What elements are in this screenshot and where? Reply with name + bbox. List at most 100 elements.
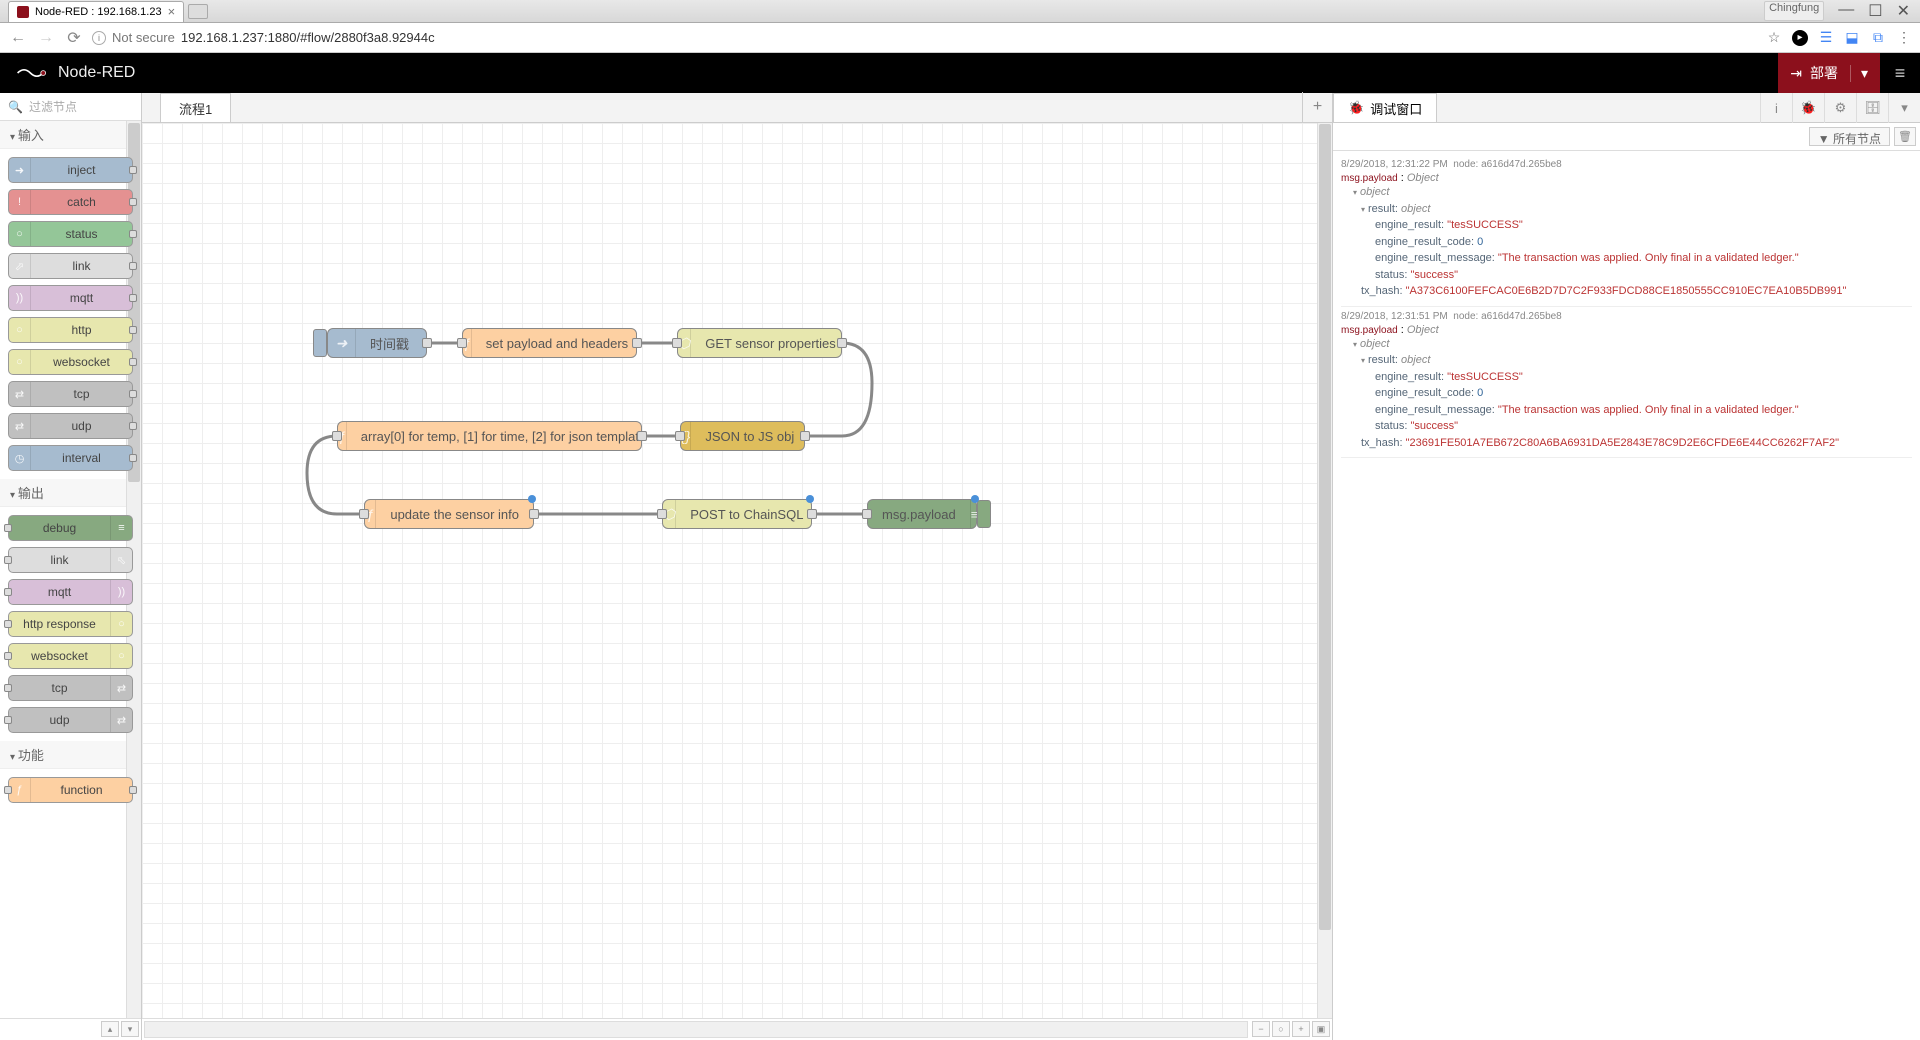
reload-button[interactable]: ⟳ [64,28,84,48]
inject-button[interactable] [313,329,327,357]
chevron-down-icon[interactable]: ▾ [1850,65,1868,82]
search-placeholder: 过滤节点 [29,98,77,115]
minimize-icon[interactable]: — [1838,1,1854,21]
debug-message[interactable]: 8/29/2018, 12:31:51 PM node: a616d47d.26… [1341,311,1912,459]
palette-node-http-response[interactable]: http response○ [8,611,133,637]
debug-object[interactable]: object [1341,184,1912,201]
debug-tab[interactable]: 🐞 调试窗口 [1333,93,1437,122]
browser-tab[interactable]: Node-RED : 192.168.1.23 × [8,1,184,22]
hamburger-menu[interactable]: ≡ [1880,53,1920,93]
url-bar[interactable]: i Not secure 192.168.1.237:1880/#flow/28… [92,30,1758,45]
palette-node-inject[interactable]: ➜inject [8,157,133,183]
info-tab-icon[interactable]: i [1760,93,1792,123]
debug-result[interactable]: result: object [1341,201,1912,218]
flow-node-n5[interactable]: {}JSON to JS obj [680,421,805,451]
debug-object[interactable]: object [1341,336,1912,353]
palette-node-websocket[interactable]: websocket○ [8,643,133,669]
palette-node-interval[interactable]: ◷interval [8,445,133,471]
add-tab-button[interactable]: + [1302,92,1332,122]
palette-node-http[interactable]: ○http [8,317,133,343]
palette-node-link[interactable]: ⬀link [8,253,133,279]
flow-tab[interactable]: 流程1 [160,93,231,122]
context-tab-icon[interactable]: 🗄 [1856,93,1888,123]
close-icon[interactable]: × [168,4,176,19]
debug-messages: 8/29/2018, 12:31:22 PM node: a616d47d.26… [1333,151,1920,1040]
translate-icon[interactable]: ☰ [1818,30,1834,46]
canvas-scrollbar[interactable] [1317,123,1332,1018]
flow-node-n7[interactable]: ⬡POST to ChainSQL [662,499,812,529]
output-port[interactable] [807,509,817,519]
deploy-label: 部署 [1810,63,1838,83]
horizontal-scrollbar[interactable] [144,1021,1248,1038]
palette-node-websocket[interactable]: ○websocket [8,349,133,375]
output-port[interactable] [529,509,539,519]
collapse-up-button[interactable]: ▴ [101,1021,119,1037]
palette-category[interactable]: 输入 [0,121,141,149]
dropdown-icon[interactable]: ▾ [1888,93,1920,123]
info-icon[interactable]: i [92,31,106,45]
output-port[interactable] [422,338,432,348]
close-window-icon[interactable]: ✕ [1897,1,1910,21]
palette-node-udp[interactable]: ⇄udp [8,413,133,439]
palette-node-debug[interactable]: debug≡ [8,515,133,541]
user-badge[interactable]: Chingfung [1764,1,1824,21]
flow-node-n8[interactable]: msg.payload≡ [867,499,977,529]
input-port[interactable] [675,431,685,441]
output-port[interactable] [637,431,647,441]
input-port[interactable] [359,509,369,519]
clear-button[interactable]: 🗑 [1894,127,1916,146]
debug-toggle-button[interactable] [977,500,991,528]
flow-node-n3[interactable]: ⬡GET sensor properties [677,328,842,358]
maximize-icon[interactable]: ☐ [1868,1,1882,21]
zoom-in-button[interactable]: + [1292,1021,1310,1037]
menu-icon[interactable]: ⋮ [1896,30,1912,46]
filter-button[interactable]: ▼ 所有节点 [1809,127,1890,146]
collapse-down-button[interactable]: ▾ [121,1021,139,1037]
zoom-fit-button[interactable]: ▣ [1312,1021,1330,1037]
flow-canvas[interactable]: ➜时间戳 ƒset payload and headers ⬡GET sensor … [142,123,1332,1018]
output-port[interactable] [837,338,847,348]
flow-node-n1[interactable]: ➜时间戳 [327,328,427,358]
palette-node-tcp[interactable]: ⇄tcp [8,381,133,407]
palette-node-udp[interactable]: udp⇄ [8,707,133,733]
node-icon: )) [9,286,31,310]
debug-message[interactable]: 8/29/2018, 12:31:22 PM node: a616d47d.26… [1341,159,1912,307]
input-port[interactable] [672,338,682,348]
flow-node-n2[interactable]: ƒset payload and headers [462,328,637,358]
new-tab-button[interactable] [188,4,208,19]
palette-node-catch[interactable]: !catch [8,189,133,215]
back-button[interactable]: ← [8,29,28,47]
status-dot [806,495,814,503]
logo-icon [16,63,48,83]
output-port[interactable] [800,431,810,441]
palette-node-tcp[interactable]: tcp⇄ [8,675,133,701]
flow-node-n6[interactable]: ƒupdate the sensor info [364,499,534,529]
ext-icon-3[interactable]: ⬓ [1844,30,1860,46]
palette-node-link[interactable]: link⬁ [8,547,133,573]
output-port[interactable] [632,338,642,348]
input-port[interactable] [862,509,872,519]
palette-node-function[interactable]: ƒfunction [8,777,133,803]
debug-tab-icon[interactable]: 🐞 [1792,93,1824,123]
palette-search[interactable]: 🔍 过滤节点 [0,93,141,121]
zoom-reset-button[interactable]: ○ [1272,1021,1290,1037]
workspace-footer: − ○ + ▣ [142,1018,1332,1040]
palette-category[interactable]: 功能 [0,741,141,769]
star-icon[interactable]: ☆ [1766,30,1782,46]
ext-icon-1[interactable]: ▸ [1792,30,1808,46]
palette-category[interactable]: 输出 [0,479,141,507]
input-port[interactable] [332,431,342,441]
debug-result[interactable]: result: object [1341,352,1912,369]
input-port[interactable] [457,338,467,348]
palette-node-status[interactable]: ○status [8,221,133,247]
palette-node-mqtt[interactable]: ))mqtt [8,285,133,311]
app-header: Node-RED ⇥ 部署 ▾ ≡ [0,53,1920,93]
deploy-button[interactable]: ⇥ 部署 ▾ [1778,53,1880,93]
flow-node-n4[interactable]: ƒarray[0] for temp, [1] for time, [2] fo… [337,421,642,451]
config-tab-icon[interactable]: ⚙ [1824,93,1856,123]
node-label: http response [9,617,110,631]
zoom-out-button[interactable]: − [1252,1021,1270,1037]
ext-icon-4[interactable]: ⧉ [1870,30,1886,46]
palette-node-mqtt[interactable]: mqtt)) [8,579,133,605]
input-port[interactable] [657,509,667,519]
